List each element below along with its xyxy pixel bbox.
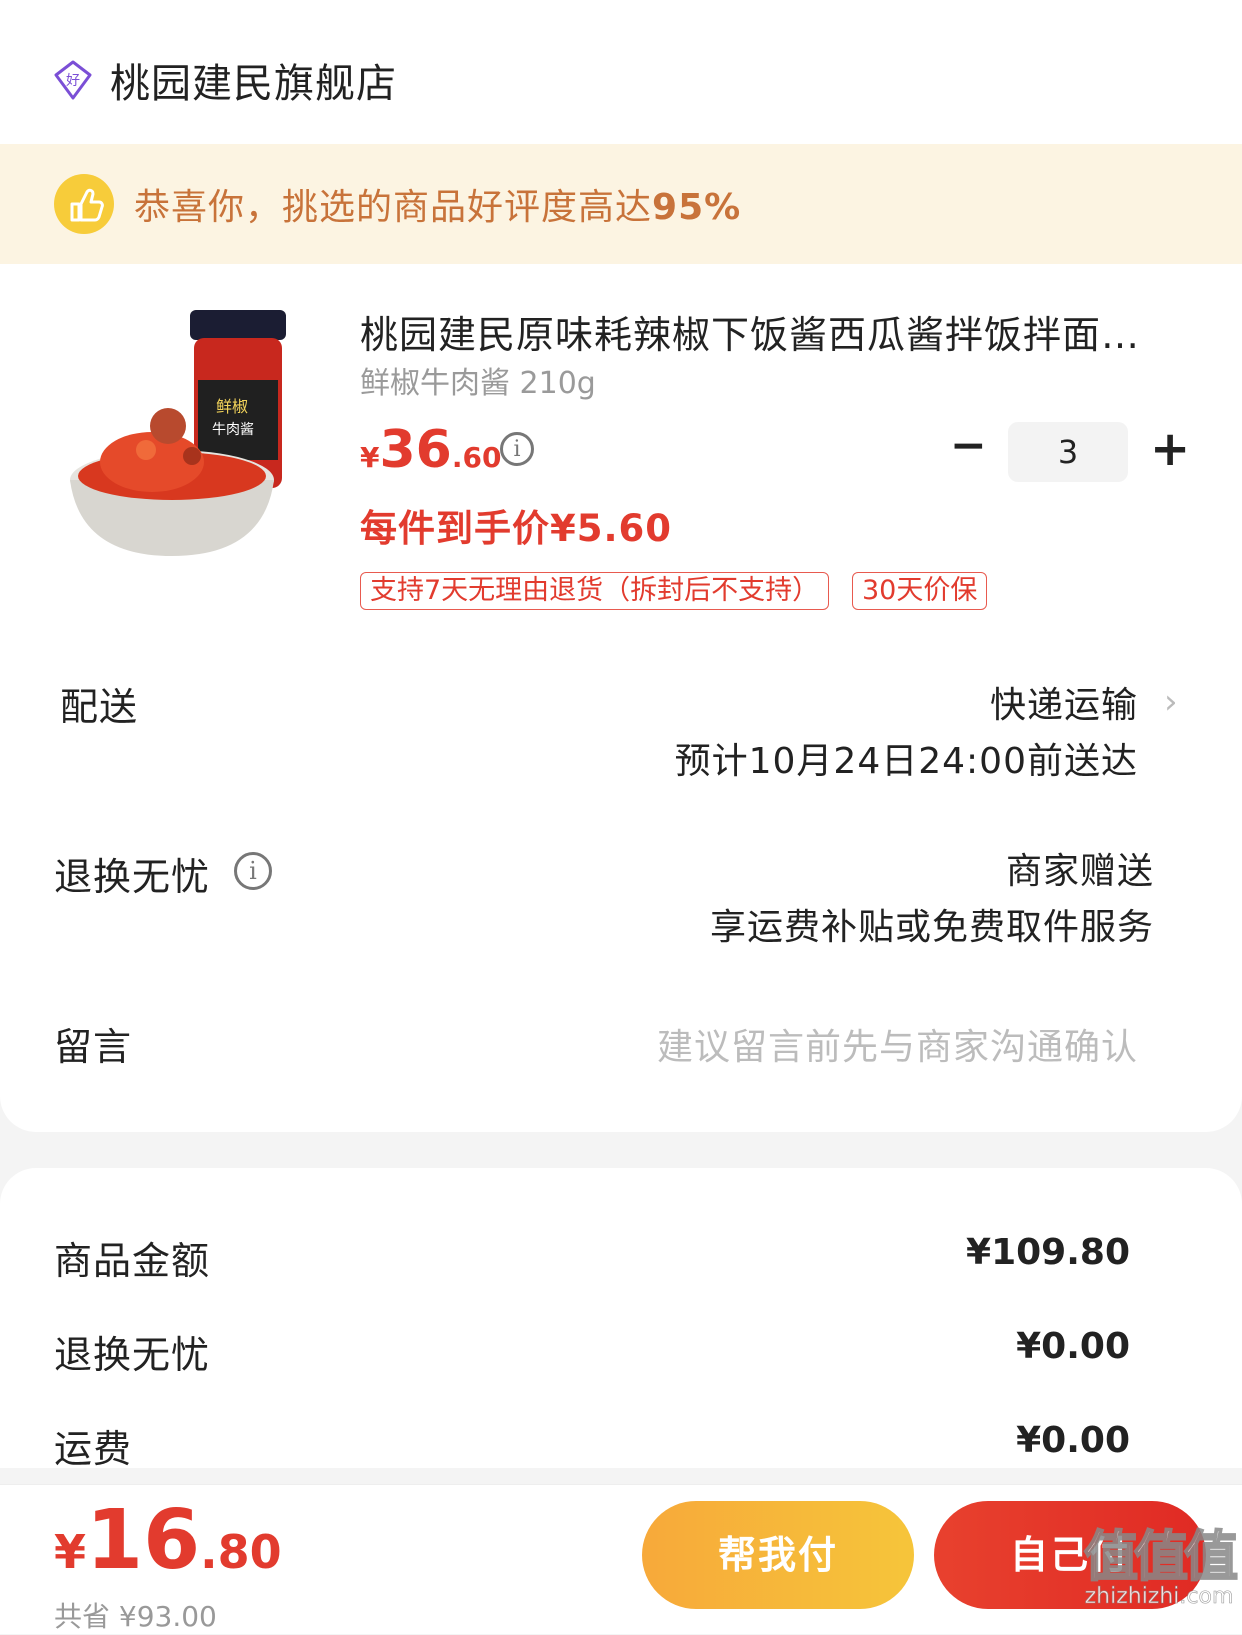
thumbs-up-icon	[54, 174, 114, 234]
product-price: ¥ 36 .60	[360, 420, 501, 480]
watermark-logo: 值值值	[1083, 1525, 1239, 1588]
return-policy-tag: 支持7天无理由退货（拆封后不支持）	[360, 572, 830, 610]
message-input[interactable]: 建议留言前先与商家沟通确认	[657, 1018, 1138, 1070]
help-pay-button[interactable]: 帮我付	[642, 1501, 914, 1609]
returns-label: 退换无忧	[54, 855, 211, 899]
total-symbol: ¥	[54, 1525, 87, 1579]
quantity-plus-button[interactable]: +	[1150, 424, 1190, 474]
total-integer: 16	[86, 1493, 201, 1588]
returns-detail: 享运费补贴或免费取件服务	[709, 907, 1154, 948]
price-decimal: .60	[451, 441, 502, 474]
store-name: 桃园建民旗舰店	[110, 61, 397, 107]
banner-text: 恭喜你，挑选的商品好评度高达	[134, 187, 653, 228]
watermark-url: zhizhizhi.com	[1084, 1584, 1234, 1609]
price-symbol: ¥	[360, 441, 380, 474]
price-protect-tag: 30天价保	[852, 572, 988, 610]
returns-value: 商家赠送	[1005, 851, 1154, 892]
product-title[interactable]: 桃园建民原味耗辣椒下饭酱西瓜酱拌饭拌面…	[360, 304, 1140, 359]
delivery-label: 配送	[60, 685, 139, 729]
summary-value-returns: ¥0.00	[1016, 1326, 1130, 1367]
total-price: ¥ 16 .80	[54, 1493, 282, 1588]
rating-banner: 恭喜你，挑选的商品好评度高达95%	[0, 144, 1242, 264]
price-integer: 36	[379, 420, 452, 480]
message-label: 留言	[54, 1025, 133, 1069]
checkout-bar: ¥ 16 .80 共省 ¥93.00 帮我付 自己付 值值值 zhizhizhi…	[0, 1484, 1242, 1634]
summary-label-returns: 退换无忧	[54, 1333, 211, 1377]
product-image[interactable]: 鲜椒 牛肉酱	[66, 300, 306, 580]
unit-price: 每件到手价¥5.60	[360, 507, 673, 550]
summary-label-shipping: 运费	[54, 1427, 133, 1471]
site-watermark: 值值值 zhizhizhi.com	[1083, 1525, 1239, 1609]
quantity-minus-button[interactable]: −	[950, 424, 987, 468]
summary-value-goods: ¥109.80	[966, 1232, 1130, 1273]
banner-percent: 95%	[652, 187, 742, 228]
delivery-eta: 预计10月24日24:00前送达	[674, 741, 1138, 782]
returns-info-icon[interactable]: i	[234, 852, 272, 890]
summary-label-goods: 商品金额	[54, 1239, 211, 1283]
svg-text:好: 好	[66, 73, 80, 89]
total-decimal: .80	[200, 1525, 282, 1579]
delivery-method[interactable]: 快递运输	[990, 676, 1138, 728]
store-badge-icon: 好	[54, 60, 92, 100]
order-card: 好 桃园建民旗舰店 恭喜你，挑选的商品好评度高达95% 鲜椒 牛肉酱 桃园建民原…	[0, 0, 1242, 1132]
quantity-input[interactable]: 3	[1008, 422, 1128, 482]
chevron-right-icon[interactable]: ›	[1164, 682, 1178, 722]
summary-value-shipping: ¥0.00	[1016, 1420, 1130, 1461]
saved-amount: 共省 ¥93.00	[54, 1600, 217, 1633]
summary-card: 商品金额 ¥109.80 退换无忧 ¥0.00 运费 ¥0.00	[0, 1168, 1242, 1471]
svg-text:鲜椒: 鲜椒	[216, 397, 248, 416]
svg-text:牛肉酱: 牛肉酱	[212, 422, 254, 438]
price-info-icon[interactable]: i	[500, 432, 534, 466]
store-header[interactable]: 好 桃园建民旗舰店	[52, 52, 397, 108]
product-spec[interactable]: 鲜椒牛肉酱 210g	[360, 358, 596, 402]
